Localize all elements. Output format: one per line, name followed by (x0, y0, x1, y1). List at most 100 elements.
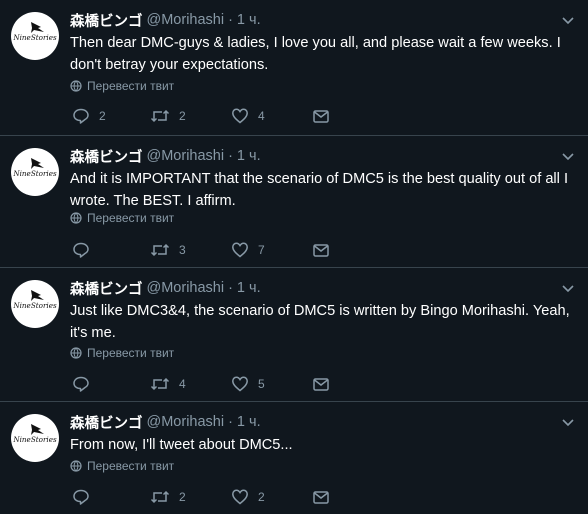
envelope-icon (313, 378, 329, 391)
envelope-icon (313, 244, 329, 257)
avatar[interactable]: NineStories (11, 12, 59, 60)
tweet-text: And it is IMPORTANT that the scenario of… (70, 171, 569, 209)
avatar-logo: NineStories (12, 290, 57, 310)
tweet-text: From now, I'll tweet about DMC5... (70, 437, 293, 453)
avatar[interactable]: NineStories (11, 414, 59, 462)
user-handle[interactable]: @Morihashi (147, 12, 225, 28)
globe-icon (70, 347, 82, 359)
retweet-icon (150, 490, 170, 504)
tweet-text: Then dear DMC-guys & ladies, I love you … (70, 35, 561, 73)
tweet-text: Just like DMC3&4, the scenario of DMC5 i… (70, 303, 570, 341)
retweet-button[interactable]: 4 (150, 374, 186, 394)
translate-link[interactable]: Перевести твит (70, 458, 174, 474)
tweet-header: 森橋ビンゴ @Morihashi · 1 ч. (70, 278, 261, 298)
tweet-time[interactable]: 1 ч. (237, 414, 261, 430)
svg-text:NineStories: NineStories (12, 33, 57, 42)
retweet-count: 2 (179, 109, 186, 123)
retweet-icon (150, 109, 170, 123)
tweet[interactable]: NineStories 森橋ビンゴ @Morihashi · 1 ч. Just… (0, 268, 588, 402)
globe-icon (70, 460, 82, 472)
retweet-button[interactable]: 2 (150, 106, 186, 126)
tweet-header: 森橋ビンゴ @Morihashi · 1 ч. (70, 412, 261, 432)
tweet[interactable]: NineStories 森橋ビンゴ @Morihashi · 1 ч. Then… (0, 0, 588, 136)
globe-icon (70, 80, 82, 92)
user-handle[interactable]: @Morihashi (147, 148, 225, 164)
svg-text:NineStories: NineStories (12, 435, 57, 444)
retweet-button[interactable]: 2 (150, 487, 186, 507)
user-handle[interactable]: @Morihashi (147, 414, 225, 430)
translate-label: Перевести твит (87, 459, 175, 473)
tweet-actions: 3 7 (72, 240, 342, 260)
heart-icon (232, 376, 248, 392)
chevron-down-icon[interactable] (560, 280, 576, 296)
reply-button[interactable]: 2 (72, 106, 106, 126)
like-count: 4 (258, 109, 265, 123)
separator-dot: · (228, 414, 233, 430)
retweet-icon (150, 377, 170, 391)
retweet-count: 3 (179, 243, 186, 257)
heart-icon (232, 489, 248, 505)
user-name[interactable]: 森橋ビンゴ (70, 412, 143, 433)
like-button[interactable]: 4 (231, 106, 265, 126)
tweet[interactable]: NineStories 森橋ビンゴ @Morihashi · 1 ч. From… (0, 402, 588, 514)
translate-link[interactable]: Перевести твит (70, 345, 174, 361)
user-name[interactable]: 森橋ビンゴ (70, 10, 143, 31)
dm-button[interactable] (312, 106, 330, 126)
reply-button[interactable] (72, 374, 99, 394)
like-button[interactable]: 2 (231, 487, 265, 507)
separator-dot: · (228, 12, 233, 28)
reply-icon (73, 489, 89, 505)
avatar[interactable]: NineStories (11, 148, 59, 196)
translate-link[interactable]: Перевести твит (70, 78, 174, 94)
retweet-count: 2 (179, 490, 186, 504)
reply-button[interactable] (72, 487, 99, 507)
tweet-time[interactable]: 1 ч. (237, 12, 261, 28)
avatar-logo: NineStories (12, 22, 57, 42)
retweet-count: 4 (179, 377, 186, 391)
tweet-time[interactable]: 1 ч. (237, 148, 261, 164)
tweet-header: 森橋ビンゴ @Morihashi · 1 ч. (70, 146, 261, 166)
envelope-icon (313, 491, 329, 504)
chevron-down-icon[interactable] (560, 148, 576, 164)
reply-button[interactable] (72, 240, 99, 260)
like-count: 5 (258, 377, 265, 391)
globe-icon (70, 212, 82, 224)
retweet-button[interactable]: 3 (150, 240, 186, 260)
translate-label: Перевести твит (87, 211, 175, 225)
tweet-time[interactable]: 1 ч. (237, 280, 261, 296)
tweet-actions: 4 5 (72, 374, 342, 394)
tweet-header: 森橋ビンゴ @Morihashi · 1 ч. (70, 10, 261, 30)
avatar-logo: NineStories (12, 158, 57, 178)
tweet[interactable]: NineStories 森橋ビンゴ @Morihashi · 1 ч. And … (0, 136, 588, 268)
separator-dot: · (228, 148, 233, 164)
translate-label: Перевести твит (87, 346, 175, 360)
dm-button[interactable] (312, 240, 330, 260)
heart-icon (232, 242, 248, 258)
translate-label: Перевести твит (87, 79, 175, 93)
dm-button[interactable] (312, 487, 330, 507)
like-button[interactable]: 5 (231, 374, 265, 394)
avatar-logo: NineStories (12, 424, 57, 444)
tweet-actions: 2 2 4 (72, 106, 342, 126)
translate-link[interactable]: Перевести твит (70, 210, 174, 226)
tweet-actions: 2 2 (72, 487, 342, 507)
timeline: NineStories 森橋ビンゴ @Morihashi · 1 ч. Then… (0, 0, 588, 514)
like-button[interactable]: 7 (231, 240, 265, 260)
svg-text:NineStories: NineStories (12, 301, 57, 310)
avatar[interactable]: NineStories (11, 280, 59, 328)
envelope-icon (313, 110, 329, 123)
separator-dot: · (228, 280, 233, 296)
user-name[interactable]: 森橋ビンゴ (70, 146, 143, 167)
user-handle[interactable]: @Morihashi (147, 280, 225, 296)
reply-icon (73, 108, 89, 124)
chevron-down-icon[interactable] (560, 414, 576, 430)
like-count: 2 (258, 490, 265, 504)
svg-text:NineStories: NineStories (12, 169, 57, 178)
user-name[interactable]: 森橋ビンゴ (70, 278, 143, 299)
reply-icon (73, 376, 89, 392)
reply-icon (73, 242, 89, 258)
retweet-icon (150, 243, 170, 257)
chevron-down-icon[interactable] (560, 12, 576, 28)
dm-button[interactable] (312, 374, 330, 394)
reply-count: 2 (99, 109, 106, 123)
